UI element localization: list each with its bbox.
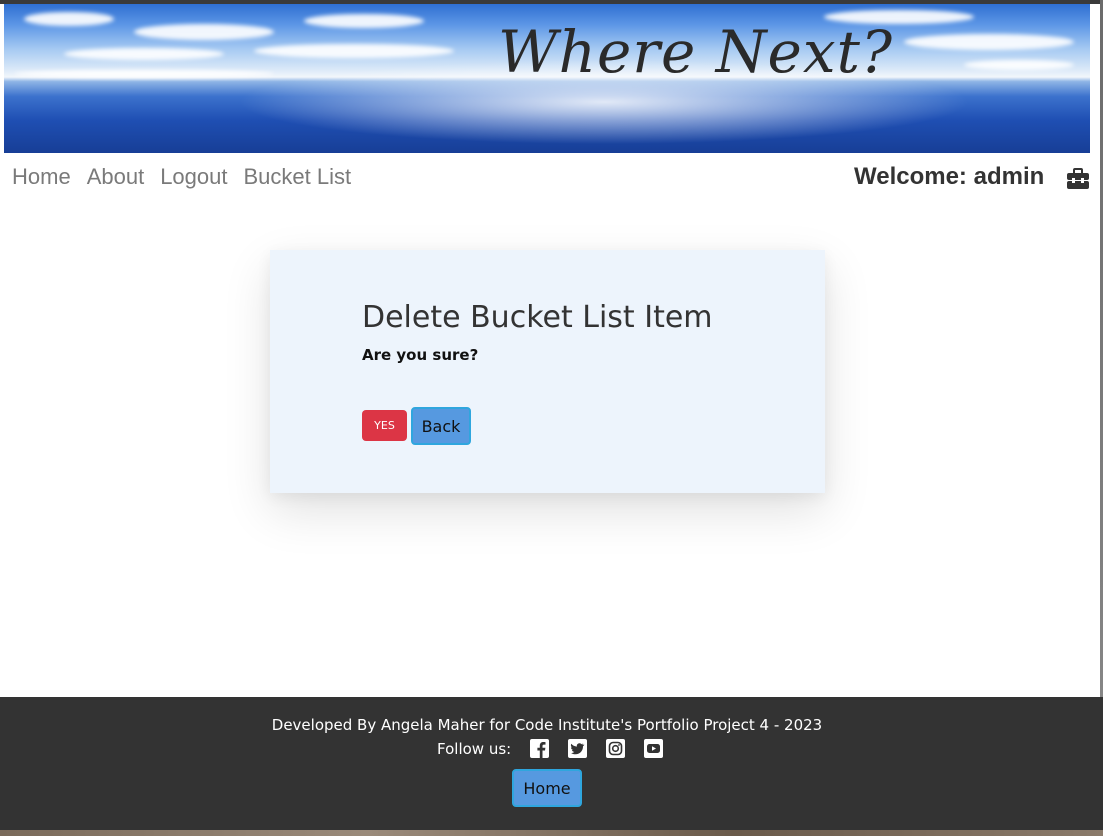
dialog-title: Delete Bucket List Item <box>362 300 713 335</box>
footer-credit: Developed By Angela Maher for Code Insti… <box>271 716 823 734</box>
follow-us-row: Follow us: <box>437 739 682 758</box>
nav-home[interactable]: Home <box>12 164 71 190</box>
toolbox-icon[interactable] <box>1066 168 1090 190</box>
youtube-icon[interactable] <box>644 739 664 758</box>
footer-home-button[interactable]: Home <box>512 769 582 807</box>
facebook-icon[interactable] <box>530 739 550 758</box>
footer: Developed By Angela Maher for Code Insti… <box>0 697 1103 830</box>
cloud <box>64 48 224 60</box>
nav-logout[interactable]: Logout <box>160 164 227 190</box>
nav-bucket-list[interactable]: Bucket List <box>243 164 351 190</box>
back-button[interactable]: Back <box>411 407 471 445</box>
follow-us-label: Follow us: <box>437 739 512 758</box>
cloud <box>904 34 1074 50</box>
bottom-background-strip <box>0 830 1103 836</box>
nav-about[interactable]: About <box>87 164 145 190</box>
yes-delete-button[interactable]: YES <box>362 410 407 441</box>
welcome-text: Welcome: admin <box>854 163 1045 190</box>
twitter-icon[interactable] <box>568 739 588 758</box>
hero-banner: Where Next? <box>4 4 1090 153</box>
main-nav: Home About Logout Bucket List <box>12 164 351 190</box>
cloud <box>254 44 454 58</box>
delete-dialog-card: Delete Bucket List Item Are you sure? YE… <box>270 250 825 493</box>
site-title: Where Next? <box>498 18 893 86</box>
cloud <box>14 70 274 78</box>
cloud <box>964 60 1074 70</box>
cloud <box>134 24 274 40</box>
cloud <box>24 12 114 26</box>
cloud <box>304 14 424 28</box>
instagram-icon[interactable] <box>606 739 626 758</box>
confirm-question: Are you sure? <box>362 346 479 364</box>
